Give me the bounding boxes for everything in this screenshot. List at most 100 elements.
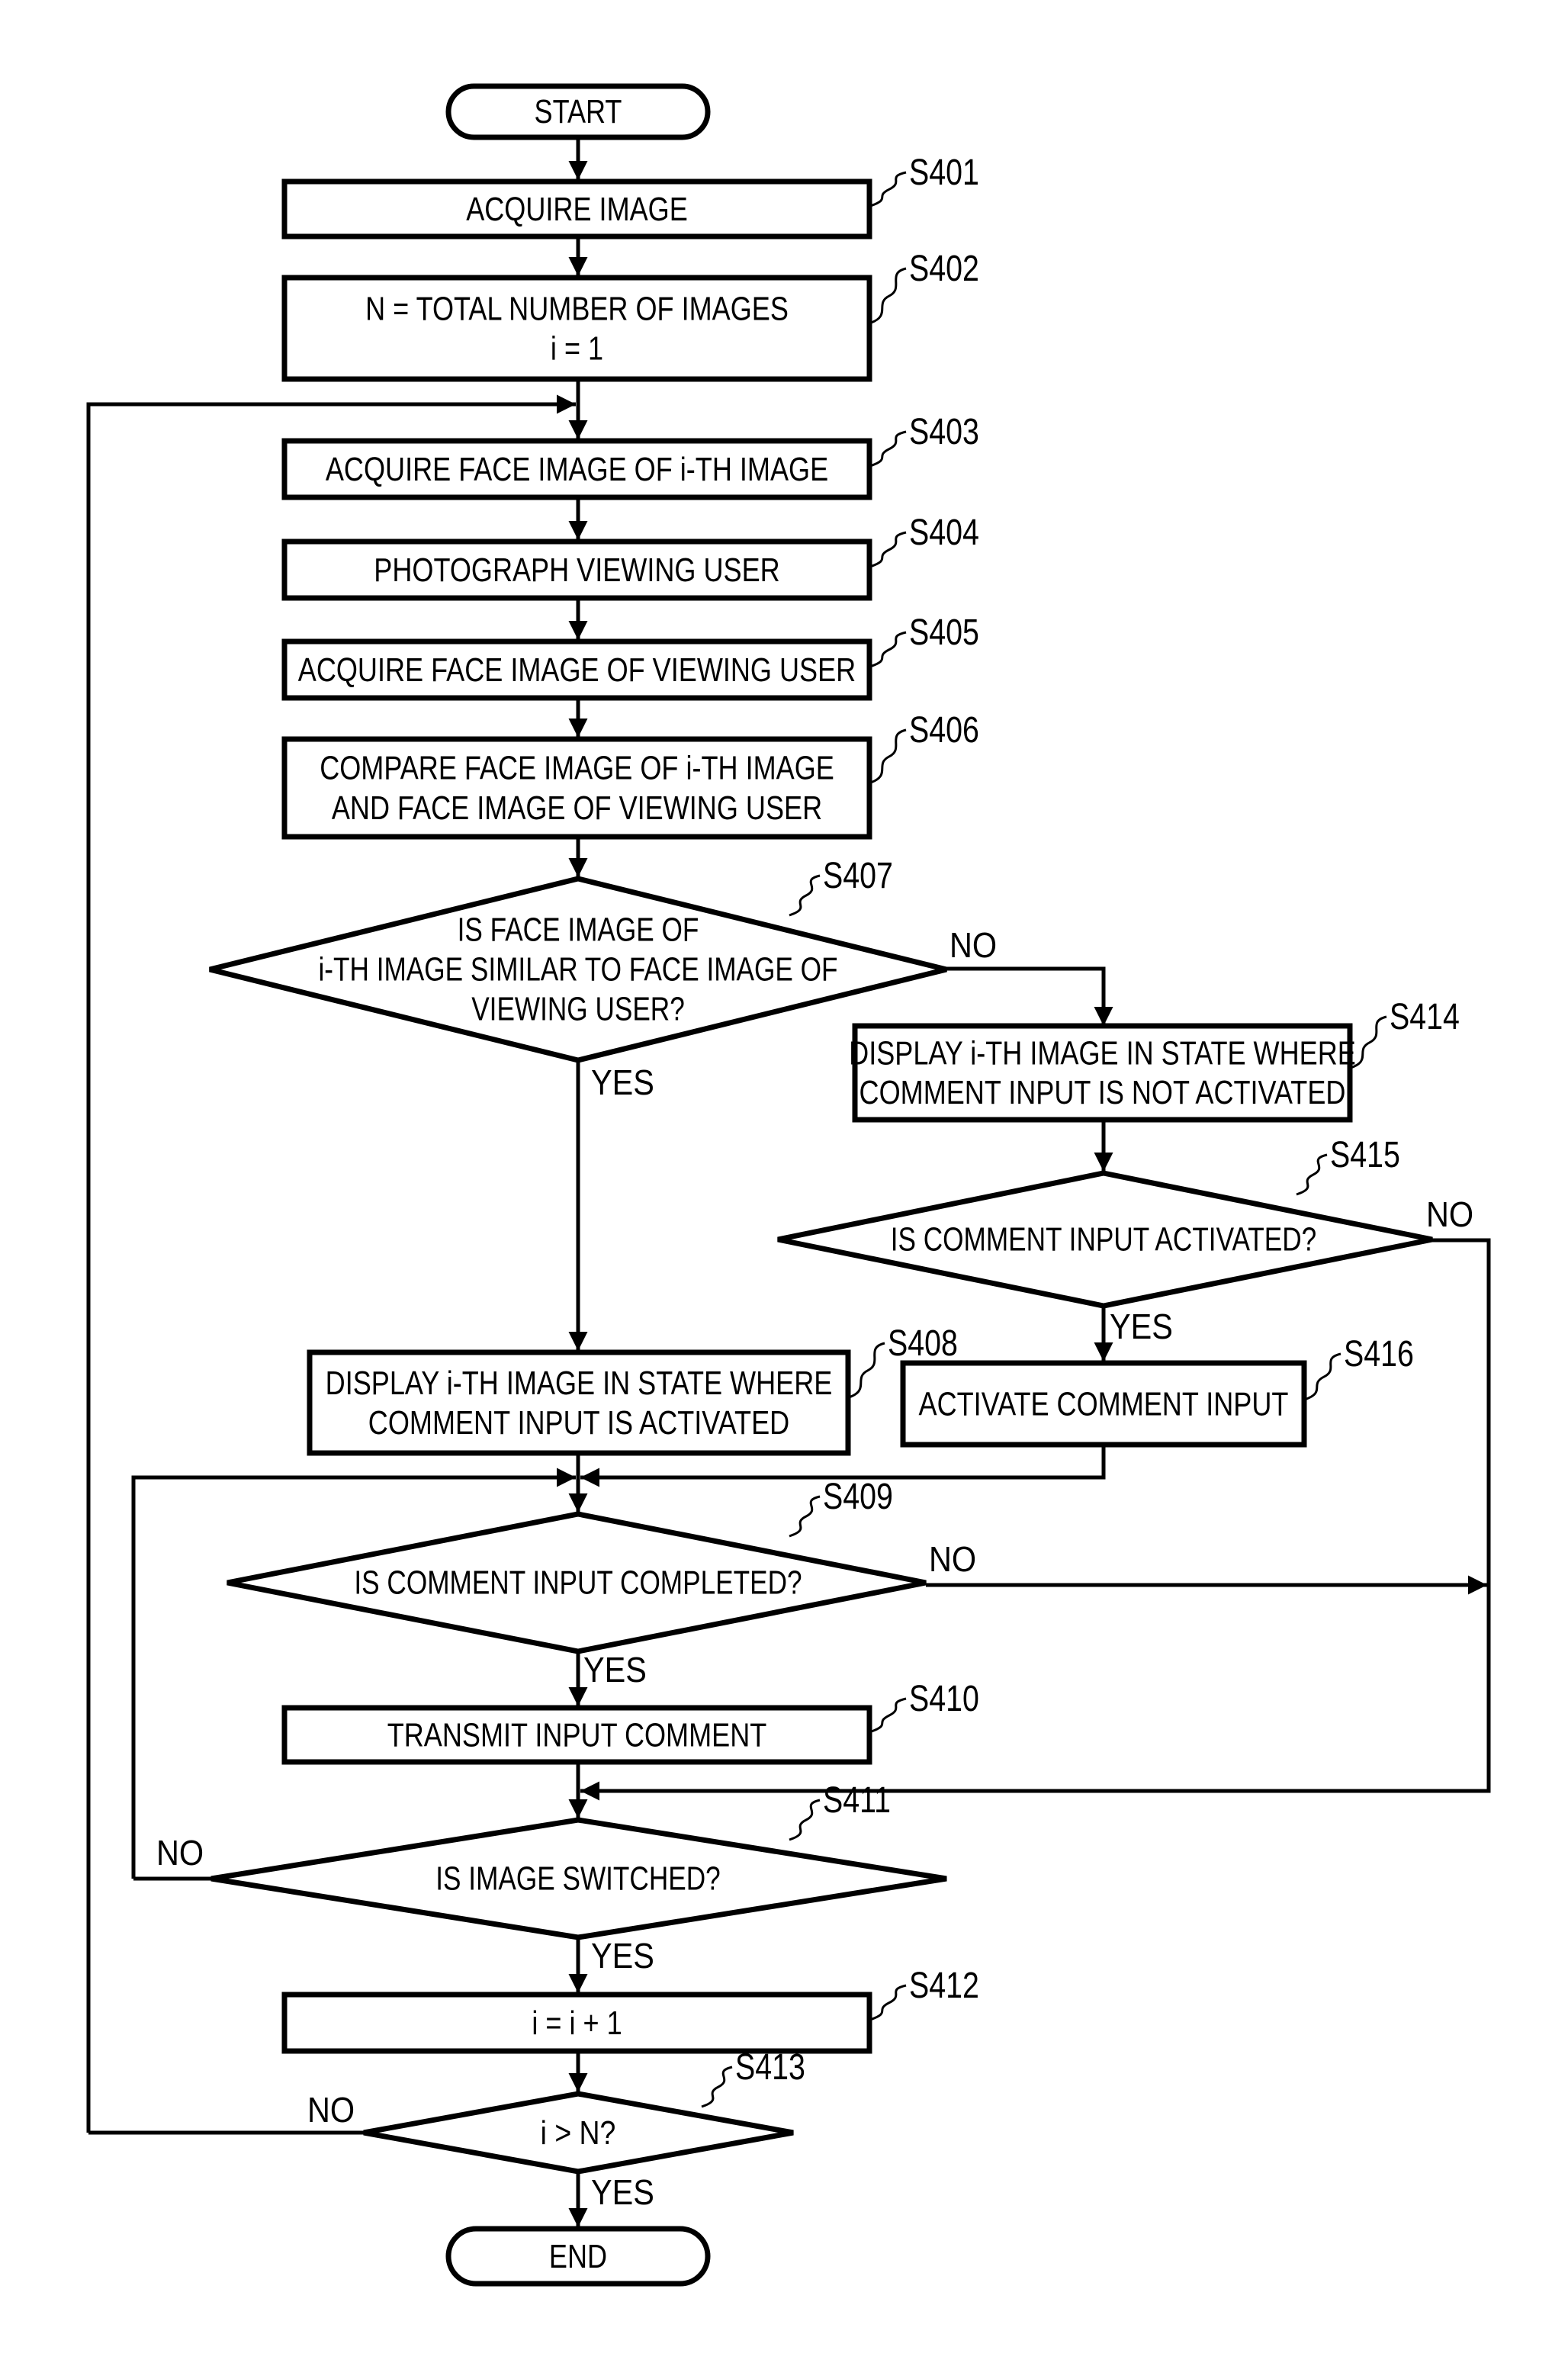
leader-line (847, 1342, 885, 1399)
leader-line (869, 631, 907, 668)
step-label-s406: S406 (869, 709, 979, 785)
decision-s413: i > N? (363, 2091, 794, 2175)
end-label: END (549, 2237, 607, 2275)
branch-label-s407-yes: YES (591, 1063, 654, 1103)
step-label-s409: S409 (789, 1476, 893, 1538)
node-text: PHOTOGRAPH VIEWING USER (374, 551, 779, 588)
branch-label-s409-no: NO (929, 1540, 976, 1580)
decision-s407: IS FACE IMAGE OFi-TH IMAGE SIMILAR TO FA… (209, 876, 947, 1063)
process-box-s412: i = i + 1 (281, 1992, 872, 2054)
step-id: S416 (1344, 1333, 1414, 1374)
step-id: S405 (909, 612, 979, 653)
step-label-s414: S414 (1349, 996, 1460, 1069)
node-text: COMMENT INPUT IS ACTIVATED (368, 1403, 789, 1441)
branch-label-s411-yes: YES (591, 1937, 654, 1976)
leader-line (869, 531, 907, 568)
node-text: VIEWING USER? (471, 991, 685, 1028)
step-label-s401: S401 (869, 152, 979, 207)
leader-line (869, 1984, 907, 2021)
step-id: S415 (1330, 1134, 1400, 1175)
node-text: ACQUIRE IMAGE (466, 190, 688, 227)
step-id: S414 (1390, 996, 1460, 1037)
process-box-s410: TRANSMIT INPUT COMMENT (281, 1705, 872, 1765)
branch-label-s415-yes: YES (1110, 1307, 1173, 1347)
step-label-s410: S410 (869, 1678, 979, 1734)
process-box-s414: DISPLAY i-TH IMAGE IN STATE WHERECOMMENT… (849, 1023, 1356, 1123)
node-text: AND FACE IMAGE OF VIEWING USER (332, 789, 822, 826)
node-text: N = TOTAL NUMBER OF IMAGES (365, 290, 789, 327)
step-label-s412: S412 (869, 1965, 979, 2021)
process-box-s401: ACQUIRE IMAGE (281, 178, 872, 240)
start-terminal: START (445, 83, 711, 140)
leader-line (701, 2066, 733, 2108)
step-id: S410 (909, 1678, 979, 1719)
decision-s411: IS IMAGE SWITCHED? (210, 1817, 947, 1940)
leader-line (789, 874, 821, 917)
start-label: START (535, 93, 622, 130)
decision-s415: IS COMMENT INPUT ACTIVATED? (777, 1170, 1433, 1309)
node-text: DISPLAY i-TH IMAGE IN STATE WHERE (326, 1364, 833, 1401)
step-id: S402 (909, 248, 979, 289)
node-text: i-TH IMAGE SIMILAR TO FACE IMAGE OF (318, 951, 837, 989)
step-id: S408 (888, 1323, 958, 1364)
node-text: i > N? (541, 2114, 616, 2152)
node-text: COMPARE FACE IMAGE OF i-TH IMAGE (320, 749, 834, 786)
process-box-s416: ACTIVATE COMMENT INPUT (900, 1360, 1307, 1448)
branch-label-s413-no: NO (307, 2091, 355, 2130)
step-label-s402: S402 (869, 248, 979, 325)
node-text: IS COMMENT INPUT ACTIVATED? (891, 1221, 1316, 1259)
leader-line (869, 430, 907, 468)
branch-label-s409-yes: YES (583, 1651, 647, 1690)
step-label-s415: S415 (1296, 1134, 1400, 1196)
decision-s409: IS COMMENT INPUT COMPLETED? (227, 1511, 927, 1654)
step-id: S406 (909, 709, 979, 751)
step-id: S413 (735, 2046, 805, 2088)
step-label-s416: S416 (1303, 1333, 1414, 1401)
step-id: S403 (909, 411, 979, 452)
leader-line (789, 1495, 821, 1538)
process-box-s406: COMPARE FACE IMAGE OF i-TH IMAGEAND FACE… (281, 736, 872, 840)
node-text: i = i + 1 (532, 2004, 622, 2041)
step-label-s403: S403 (869, 411, 979, 468)
branch-label-s415-no: NO (1426, 1195, 1473, 1235)
step-id: S412 (909, 1965, 979, 2006)
process-box-s404: PHOTOGRAPH VIEWING USER (281, 539, 872, 601)
leader-line (1303, 1352, 1341, 1401)
node-text: DISPLAY i-TH IMAGE IN STATE WHERE (849, 1034, 1356, 1072)
leader-line (789, 1799, 821, 1841)
leader-line (869, 728, 907, 785)
process-box-s408: DISPLAY i-TH IMAGE IN STATE WHERECOMMENT… (307, 1349, 851, 1456)
nodes: START ACQUIRE IMAGE N = TOTAL NUMBER OF IM… (209, 83, 1433, 2287)
node-text: IS FACE IMAGE OF (458, 911, 699, 949)
leader-line (1296, 1153, 1328, 1196)
step-id: S407 (823, 855, 893, 896)
flowchart: START ACQUIRE IMAGE N = TOTAL NUMBER OF IM… (86, 83, 1491, 2287)
node-text: IS COMMENT INPUT COMPLETED? (354, 1564, 802, 1602)
node-text: COMMENT INPUT IS NOT ACTIVATED (860, 1074, 1346, 1111)
node-text: i = 1 (551, 330, 603, 367)
leader-line (869, 267, 907, 325)
node-text: ACTIVATE COMMENT INPUT (919, 1385, 1289, 1423)
node-text: TRANSMIT INPUT COMMENT (387, 1716, 767, 1754)
step-id: S404 (909, 512, 979, 553)
process-box-s402: N = TOTAL NUMBER OF IMAGESi = 1 (281, 275, 872, 382)
process-box-s405: ACQUIRE FACE IMAGE OF VIEWING USER (281, 638, 872, 701)
branch-label-s411-no: NO (156, 1834, 204, 1873)
step-id: S401 (909, 152, 979, 193)
end-terminal: END (445, 2226, 711, 2287)
step-label-s411: S411 (789, 1779, 891, 1841)
node-text: ACQUIRE FACE IMAGE OF i-TH IMAGE (326, 450, 828, 487)
node-text: IS IMAGE SWITCHED? (435, 1860, 720, 1898)
leader-line (869, 1697, 907, 1734)
step-id: S411 (823, 1779, 891, 1821)
branch-label-s407-no: NO (949, 926, 997, 966)
step-label-s404: S404 (869, 512, 979, 568)
step-label-s413: S413 (701, 2046, 805, 2108)
process-box-s403: ACQUIRE FACE IMAGE OF i-TH IMAGE (281, 438, 872, 500)
node-text: ACQUIRE FACE IMAGE OF VIEWING USER (298, 651, 856, 688)
step-id: S409 (823, 1476, 893, 1517)
step-label-s407: S407 (789, 855, 893, 917)
step-label-s405: S405 (869, 612, 979, 668)
branch-label-s413-yes: YES (591, 2173, 654, 2213)
arrow-s407-no-s414 (946, 966, 1113, 1026)
